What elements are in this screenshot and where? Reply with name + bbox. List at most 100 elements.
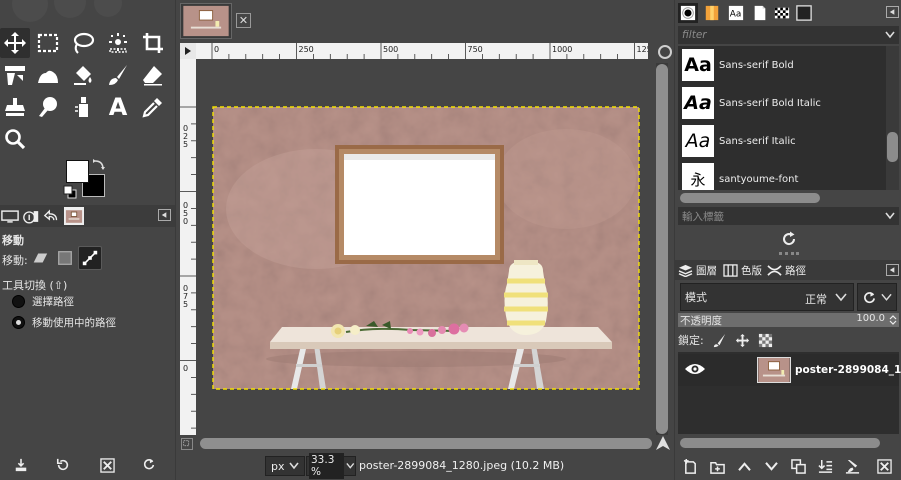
lock-position-icon[interactable] <box>735 333 750 348</box>
move-layer-mode-icon[interactable] <box>28 246 52 270</box>
delete-tool-preset-icon[interactable] <box>97 455 117 475</box>
lock-alpha-icon[interactable] <box>758 333 773 348</box>
vertical-scrollbar-thumb[interactable] <box>656 64 668 434</box>
move-selection-mode-icon[interactable] <box>53 246 77 270</box>
patterns-tab-icon[interactable] <box>702 3 722 23</box>
channels-icon <box>723 263 738 277</box>
horizontal-scrollbar-thumb[interactable] <box>200 438 652 449</box>
default-colors-icon[interactable] <box>63 185 77 199</box>
font-list-item[interactable]: Aa Sans-serif Bold <box>682 48 882 82</box>
layer-name: poster-2899084_1280 <box>795 364 901 376</box>
rect-select-tool-icon[interactable] <box>33 28 63 58</box>
fuzzy-select-tool-icon[interactable] <box>103 28 133 58</box>
font-list-item[interactable]: Aa Sans-serif Italic <box>682 124 882 158</box>
panel-drag-handle[interactable] <box>779 252 799 255</box>
foreground-color-swatch[interactable] <box>66 160 89 183</box>
ruler-label: 500 <box>383 45 398 54</box>
radio-pick-path[interactable]: 選擇路徑 <box>12 294 74 309</box>
unified-transform-tool-icon[interactable] <box>0 60 30 90</box>
unit-selector[interactable]: px <box>265 456 305 476</box>
horizontal-ruler[interactable]: 0 250 500 750 1000 1250 <box>196 43 648 59</box>
paintbrush-tool-icon[interactable] <box>103 60 133 90</box>
eraser-tool-icon[interactable] <box>138 60 168 90</box>
gradients-tab-icon[interactable] <box>772 3 792 23</box>
opacity-slider[interactable]: 不透明度 100.0 <box>678 313 899 327</box>
close-image-tab-icon[interactable]: ✕ <box>236 13 251 28</box>
font-list-item[interactable]: Aa Sans-serif Bold Italic <box>682 86 882 120</box>
dock-menu-icon[interactable] <box>158 209 171 221</box>
layer-list-hscroll-thumb[interactable] <box>680 438 880 448</box>
zoom-image-on-resize-icon[interactable] <box>658 45 672 59</box>
dodge-tool-icon[interactable] <box>68 92 98 122</box>
layer-mode-selector[interactable]: 模式 正常 <box>680 283 854 311</box>
radio-move-active-path[interactable]: 移動使用中的路徑 <box>12 315 116 330</box>
new-layer-group-icon[interactable] <box>706 456 728 476</box>
lock-pixels-icon[interactable] <box>712 333 727 348</box>
images-tab-icon[interactable] <box>64 207 84 225</box>
fonts-tab-icon[interactable]: Aa <box>726 3 746 23</box>
warp-transform-tool-icon[interactable] <box>33 60 63 90</box>
tab-layers[interactable]: 圖層 <box>678 261 717 279</box>
layer-row[interactable]: poster-2899084_1280 <box>678 354 901 386</box>
vertical-ruler[interactable]: 0250500750 <box>180 59 196 435</box>
tab-channels[interactable]: 色版 <box>723 261 762 279</box>
layer-mode-label: 模式 <box>685 291 707 304</box>
delete-layer-icon[interactable] <box>873 456 895 476</box>
font-list-scrollbar-thumb[interactable] <box>887 132 898 162</box>
font-filter-input[interactable]: filter <box>678 26 899 44</box>
save-tool-preset-icon[interactable] <box>11 455 31 475</box>
anchor-layer-icon[interactable] <box>841 456 863 476</box>
radio-pick-path-indicator[interactable] <box>12 295 25 308</box>
brushes-tab-icon[interactable] <box>678 3 698 23</box>
radio-move-active-path-indicator[interactable] <box>12 316 25 329</box>
ruler-label: 0 <box>183 217 188 226</box>
bucket-fill-tool-icon[interactable] <box>68 60 98 90</box>
move-path-mode-icon[interactable] <box>78 246 102 270</box>
move-tool-icon[interactable] <box>0 28 30 58</box>
chevron-down-icon <box>288 462 299 470</box>
reset-tool-options-icon[interactable] <box>139 455 159 475</box>
smudge-tool-icon[interactable] <box>33 92 63 122</box>
image-tab-thumbnail <box>183 5 229 37</box>
zoom-tool-icon[interactable] <box>0 124 30 154</box>
ruler-label: 1250 <box>637 45 649 54</box>
device-status-tab-icon[interactable] <box>21 207 41 225</box>
duplicate-layer-icon[interactable] <box>787 456 809 476</box>
opacity-label: 不透明度 <box>680 314 722 327</box>
image-tab[interactable] <box>180 3 232 39</box>
free-select-tool-icon[interactable] <box>68 28 98 58</box>
stepper-icon[interactable] <box>889 315 897 325</box>
ruler-corner[interactable] <box>180 43 196 59</box>
color-picker-tool-icon[interactable] <box>138 92 168 122</box>
tab-paths[interactable]: 路徑 <box>767 261 806 279</box>
raise-layer-icon[interactable] <box>733 456 755 476</box>
canvas-viewport[interactable] <box>196 59 656 435</box>
dock-menu-icon[interactable] <box>886 6 899 18</box>
layer-mode-reset-button[interactable] <box>857 283 897 311</box>
lower-layer-icon[interactable] <box>760 456 782 476</box>
new-layer-icon[interactable] <box>679 456 701 476</box>
chevron-down-icon[interactable] <box>885 212 895 220</box>
undo-history-tab-icon[interactable] <box>42 207 62 225</box>
merge-layer-down-icon[interactable] <box>814 456 836 476</box>
swap-colors-icon[interactable] <box>92 158 106 172</box>
restore-tool-preset-icon[interactable] <box>53 455 73 475</box>
document-history-tab-icon[interactable] <box>750 3 770 23</box>
tool-options-tab-icon[interactable] <box>0 207 20 225</box>
navigate-image-icon[interactable] <box>656 436 670 450</box>
chevron-down-icon[interactable] <box>885 31 895 39</box>
dock-menu-icon[interactable] <box>886 264 899 276</box>
refresh-fonts-icon[interactable] <box>781 231 797 247</box>
clone-tool-icon[interactable] <box>0 92 30 122</box>
font-tag-input[interactable]: 輸入標籤 <box>678 207 899 225</box>
font-list-scrollbar[interactable] <box>886 46 899 190</box>
text-tool-icon[interactable]: A <box>103 92 133 122</box>
palettes-tab-icon[interactable] <box>794 3 814 23</box>
font-list-item[interactable]: 永 santyoume-font <box>682 162 882 190</box>
quick-mask-toggle-icon[interactable] <box>181 438 193 450</box>
crop-tool-icon[interactable] <box>138 28 168 58</box>
eye-icon[interactable] <box>684 362 706 376</box>
zoom-selector[interactable]: 33.3 % <box>306 453 356 479</box>
font-filter-placeholder: filter <box>682 29 707 41</box>
font-list-hscroll-thumb[interactable] <box>680 193 820 203</box>
